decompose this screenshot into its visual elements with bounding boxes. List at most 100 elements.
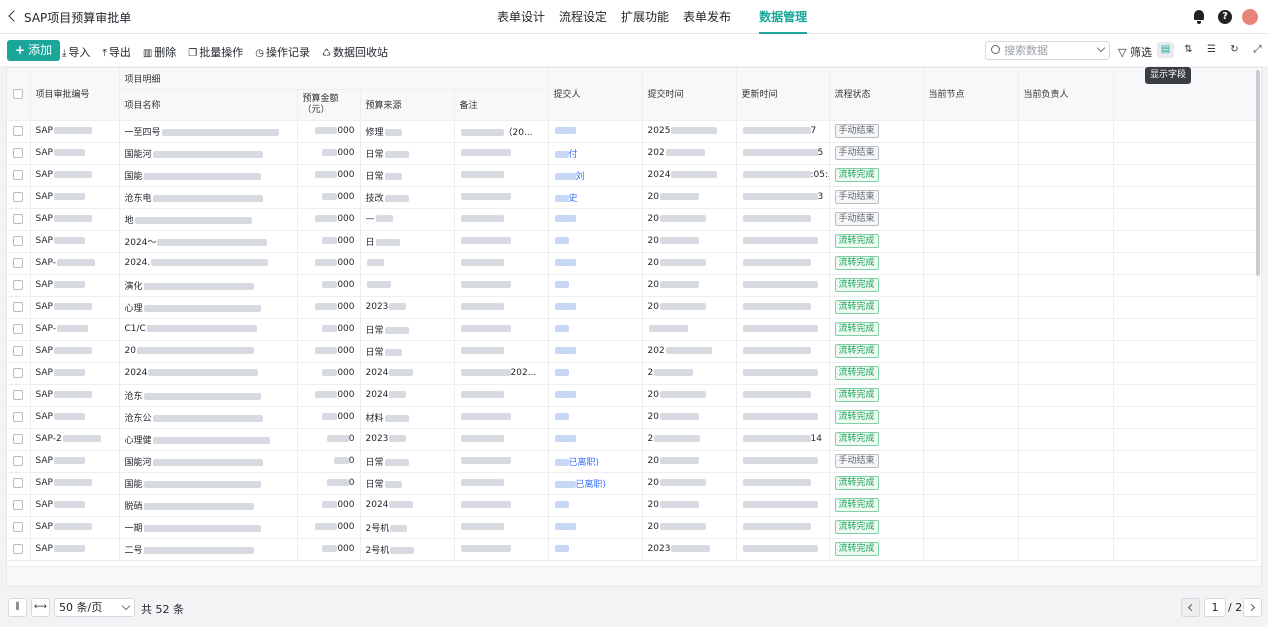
cell-text: 修理	[365, 127, 384, 138]
row-checkbox[interactable]	[13, 147, 24, 158]
row-checkbox[interactable]	[13, 169, 24, 180]
help-icon[interactable]: ?	[1218, 10, 1232, 24]
redacted-block	[659, 523, 706, 530]
sort-icon[interactable]: ⇅	[1180, 42, 1197, 58]
fullscreen-icon[interactable]: ⤢	[1249, 42, 1266, 58]
table-row[interactable]: SAP-2 心理健 0 2023 2 14 流转完成	[7, 428, 1258, 451]
row-checkbox[interactable]	[13, 389, 24, 400]
vertical-scrollbar[interactable]	[1256, 70, 1260, 276]
col-current-node[interactable]: 当前节点	[923, 68, 1019, 121]
horizontal-scrollbar[interactable]	[7, 566, 1261, 586]
row-checkbox[interactable]	[13, 411, 24, 422]
row-checkbox[interactable]	[13, 499, 24, 510]
row-checkbox[interactable]	[13, 125, 24, 136]
row-checkbox[interactable]	[13, 521, 24, 532]
table-row[interactable]: SAP 沧东电 000 技改 史 20 3 手动结束	[7, 186, 1258, 209]
col-update-time[interactable]: 更新时间	[736, 68, 830, 121]
redacted-block	[554, 194, 569, 202]
column-settings-icon[interactable]: ⫼	[8, 598, 27, 617]
col-budget-amount[interactable]: 预算金额（元）	[297, 89, 361, 121]
redacted-block	[742, 369, 818, 376]
table-row[interactable]: SAP 2024 000 2024 202... 2 流转完成	[7, 362, 1258, 385]
row-checkbox[interactable]	[13, 477, 24, 488]
import-button[interactable]: ⤓ 导入	[62, 44, 90, 60]
cell-update: 5	[736, 142, 830, 165]
status-badge: 流转完成	[834, 542, 879, 556]
col-submit-time[interactable]: 提交时间	[642, 68, 737, 121]
cell-current-owner	[1018, 384, 1114, 407]
search-input[interactable]	[1004, 43, 1092, 58]
row-checkbox[interactable]	[13, 235, 24, 246]
export-button[interactable]: ⤒ 导出	[102, 44, 130, 60]
next-page-button[interactable]	[1243, 598, 1262, 617]
batch-button[interactable]: ❐ 批量操作	[188, 44, 243, 60]
table-row[interactable]: SAP- 2024. 000 20 流转完成	[7, 252, 1258, 275]
row-checkbox[interactable]	[13, 301, 24, 312]
refresh-icon[interactable]: ↻	[1226, 42, 1243, 58]
table-row[interactable]: SAP 一期 000 2号机 20 流转完成	[7, 516, 1258, 539]
col-flow-status[interactable]: 流程状态	[829, 68, 924, 121]
table-row[interactable]: SAP 一至四号 000 修理 （20... 2025 7 手动结束	[7, 120, 1258, 143]
col-current-owner[interactable]: 当前负责人	[1018, 68, 1114, 121]
table-row[interactable]: SAP 国能 0 日常 已离职) 20 流转完成	[7, 472, 1258, 495]
tab-extensions[interactable]: 扩展功能	[614, 0, 676, 34]
row-checkbox[interactable]	[13, 213, 24, 224]
table-row[interactable]: SAP 心理 000 2023 20 流转完成	[7, 296, 1258, 319]
tab-process-setting[interactable]: 流程设定	[552, 0, 614, 34]
table-row[interactable]: SAP 沧东 000 2024 20 流转完成	[7, 384, 1258, 407]
page-size-select[interactable]: 50 条/页	[54, 598, 135, 617]
row-checkbox[interactable]	[13, 455, 24, 466]
cell-submitter	[548, 340, 643, 363]
table-row[interactable]: SAP 国能河 000 日常 付 202 5 手动结束	[7, 142, 1258, 165]
show-fields-icon[interactable]: ▤	[1157, 42, 1174, 58]
tab-form-publish[interactable]: 表单发布	[676, 0, 738, 34]
table-row[interactable]: SAP 演化 000 20 流转完成	[7, 274, 1258, 297]
table-row[interactable]: SAP 地 000 — 20 手动结束	[7, 208, 1258, 231]
row-checkbox[interactable]	[13, 433, 24, 444]
status-badge: 流转完成	[834, 410, 879, 424]
filter-button[interactable]: ▽ 筛选	[1118, 44, 1152, 60]
row-checkbox[interactable]	[13, 279, 24, 290]
redacted-block	[384, 480, 402, 488]
table-row[interactable]: SAP 二号 000 2号机 2023 流转完成	[7, 538, 1258, 561]
prev-page-button[interactable]	[1181, 598, 1200, 617]
redacted-block	[326, 479, 349, 486]
select-all-checkbox[interactable]	[13, 88, 24, 99]
cell-submitter	[548, 362, 643, 385]
clock-icon: ◷	[255, 48, 264, 59]
recycle-button[interactable]: ♺ 数据回收站	[322, 44, 388, 60]
row-checkbox[interactable]	[13, 323, 24, 334]
col-project-name[interactable]: 项目名称	[119, 89, 298, 121]
cell-text: SAP-	[35, 324, 57, 334]
delete-button[interactable]: ▥ 删除	[143, 44, 176, 60]
table-row[interactable]: SAP 2024～ 000 日 20 流转完成	[7, 230, 1258, 253]
col-budget-source[interactable]: 预算来源	[360, 89, 455, 121]
table-row[interactable]: SAP- C1/C 000 日常 流转完成	[7, 318, 1258, 341]
table-row[interactable]: SAP 国能河 0 日常 已离职) 20 手动结束	[7, 450, 1258, 473]
table-row[interactable]: SAP 国能 000 日常 刘 2024:05:56 流转完成	[7, 164, 1258, 187]
row-checkbox[interactable]	[13, 543, 24, 554]
table-row[interactable]: SAP 沧东公 000 材料 20 流转完成	[7, 406, 1258, 429]
table-row[interactable]: SAP 脱硝 000 2024 20 流转完成	[7, 494, 1258, 517]
tab-form-design[interactable]: 表单设计	[490, 0, 552, 34]
add-button[interactable]: + 添加	[7, 40, 61, 61]
chevron-down-icon[interactable]	[1096, 43, 1106, 53]
col-remark[interactable]: 备注	[454, 89, 549, 121]
row-checkbox[interactable]	[13, 345, 24, 356]
page-number-input[interactable]: 1	[1204, 598, 1226, 617]
log-button[interactable]: ◷ 操作记录	[255, 44, 310, 60]
tab-data-management[interactable]: 数据管理	[752, 0, 814, 34]
row-checkbox[interactable]	[13, 191, 24, 202]
row-checkbox[interactable]	[13, 257, 24, 268]
row-height-icon[interactable]: ☰	[1203, 42, 1220, 58]
col-approval-id[interactable]: 项目审批编号	[30, 68, 120, 121]
table-row[interactable]: SAP 20 000 日常 202 流转完成	[7, 340, 1258, 363]
fit-width-icon[interactable]: ⟷	[31, 598, 50, 617]
row-checkbox[interactable]	[13, 367, 24, 378]
cell-update: 14	[736, 428, 830, 451]
avatar[interactable]	[1242, 9, 1258, 25]
col-submitter[interactable]: 提交人	[548, 68, 643, 121]
redacted-block	[389, 435, 407, 442]
back-icon[interactable]	[6, 9, 20, 25]
bell-icon[interactable]	[1190, 8, 1208, 26]
